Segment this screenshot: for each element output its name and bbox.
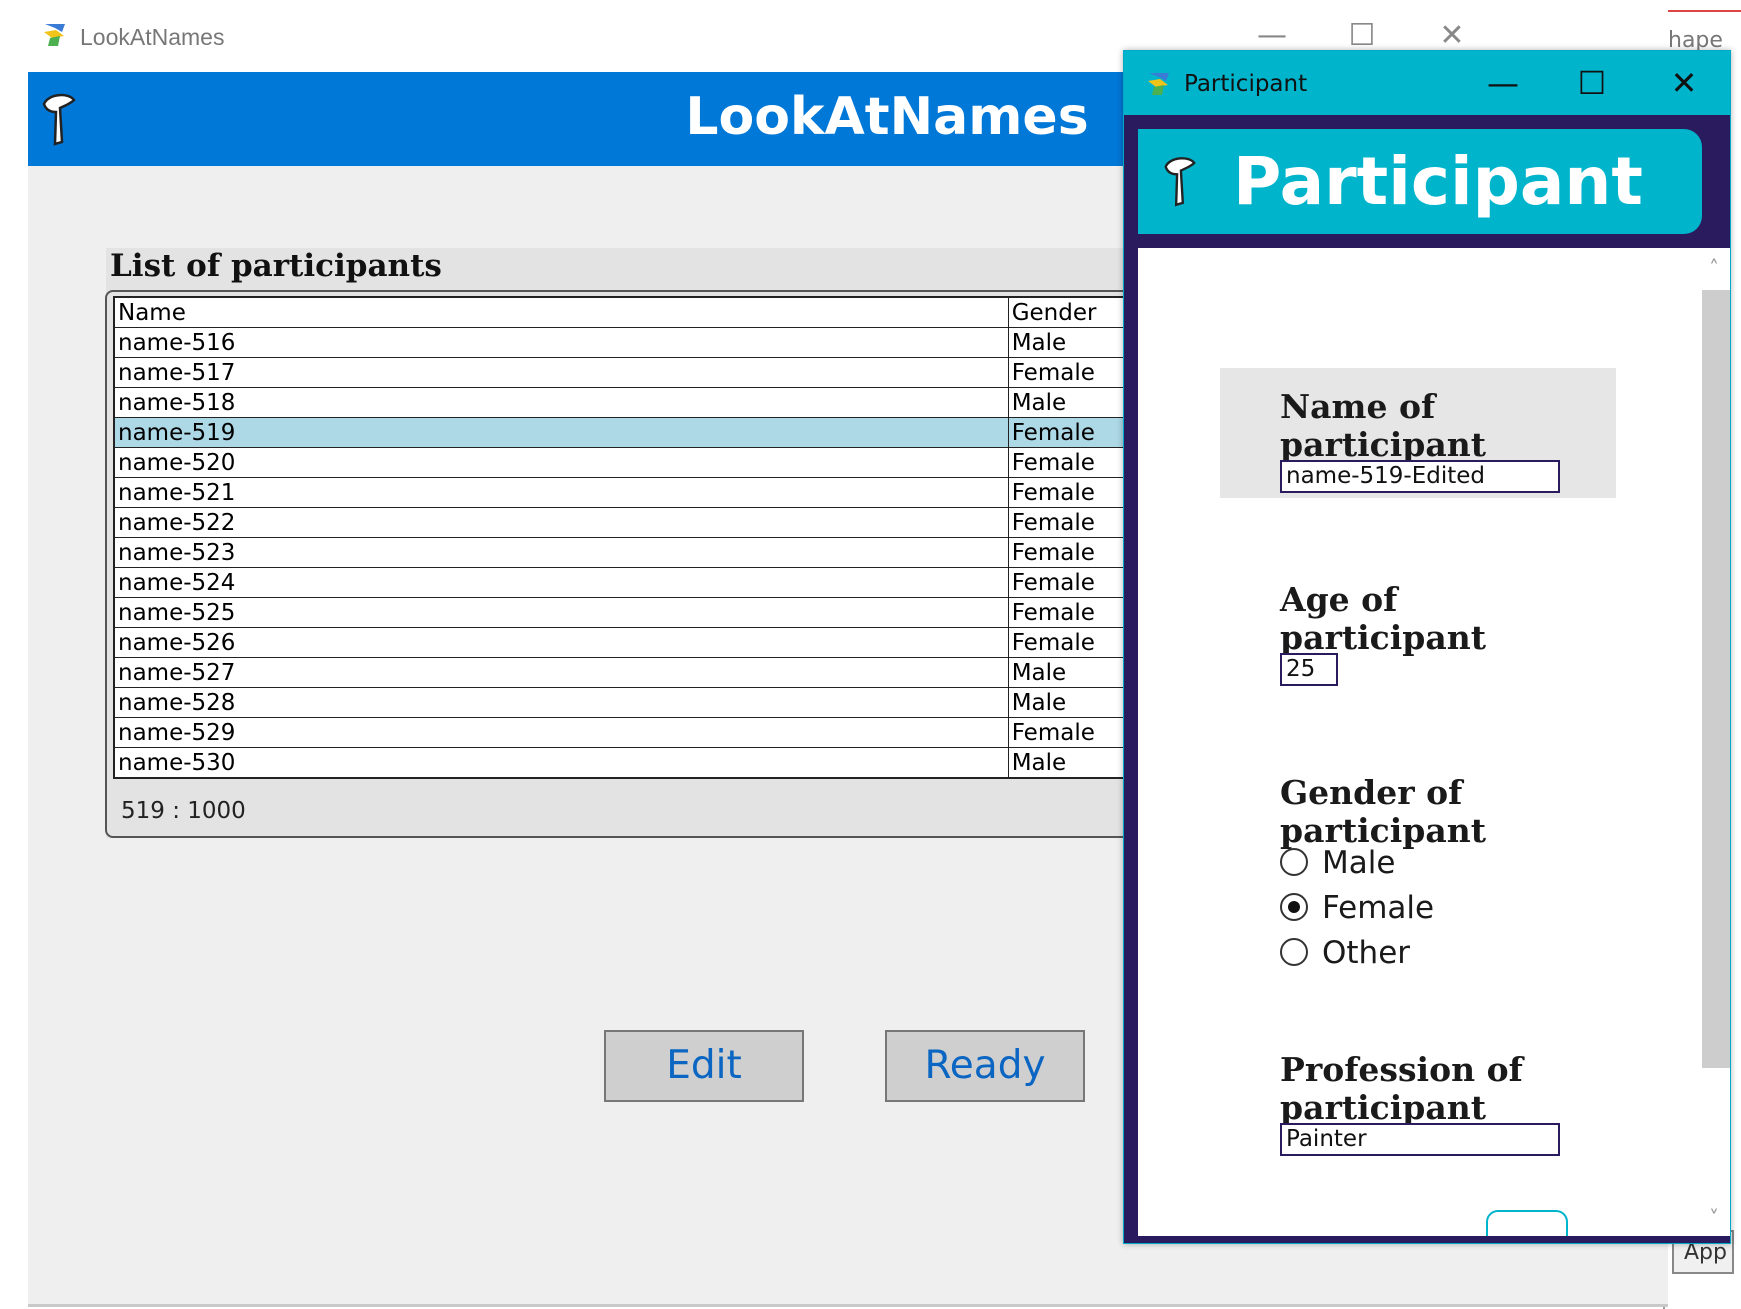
table-row[interactable]: name-530 Male [113,747,1193,779]
cell-name[interactable]: name-520 [113,447,1009,478]
age-input[interactable]: 25 [1280,653,1338,686]
cell-name[interactable]: name-523 [113,537,1009,568]
main-window-title: LookAtNames [80,24,225,50]
table-row[interactable]: name-520 Female [113,447,1193,478]
scroll-thumb[interactable] [1702,290,1730,1068]
profession-input[interactable]: Painter [1280,1123,1560,1156]
dialog-maximize-button[interactable]: ☐ [1562,63,1622,103]
radio-male[interactable] [1280,847,1308,876]
column-header-name[interactable]: Name [113,296,1009,328]
dialog-title: Participant [1184,71,1308,97]
table-row[interactable]: name-524 Female [113,567,1193,598]
scroll-up-icon[interactable]: ˄ [1704,256,1724,280]
table-row[interactable]: name-517 Female [113,357,1193,388]
ready-button[interactable]: Ready [885,1030,1085,1102]
participants-table: Name Gender name-516 Male name-517 Female na… [113,296,1193,779]
dialog-minimize-button[interactable]: — [1473,63,1533,103]
cell-name[interactable]: name-528 [113,687,1009,718]
gender-label: Gender of participant [1280,773,1486,850]
edit-button[interactable]: Edit [604,1030,804,1102]
participant-dialog: Participant — ☐ ✕ Participant Name of pa… [1123,50,1731,1244]
cell-name[interactable]: name-526 [113,627,1009,658]
table-row[interactable]: name-527 Male [113,657,1193,688]
radio-other[interactable] [1280,937,1308,966]
name-label: Name of participant [1280,387,1486,464]
table-row[interactable]: name-529 Female [113,717,1193,748]
logo-icon [1164,157,1196,207]
cell-name[interactable]: name-524 [113,567,1009,598]
table-row[interactable]: name-521 Female [113,477,1193,508]
list-title: List of participants [110,248,442,284]
cell-name[interactable]: name-525 [113,597,1009,628]
record-counter: 519 : 1000 [121,798,246,824]
dialog-banner-title: Participant [1233,143,1643,220]
cell-name[interactable]: name-517 [113,357,1009,388]
gender-option-male[interactable]: Male [1280,844,1395,882]
dialog-scrollbar[interactable]: ˄ ˅ [1694,248,1730,1236]
table-row[interactable]: name-519 Female [113,417,1193,448]
cell-name[interactable]: name-519 [113,417,1009,448]
gender-option-label: Female [1322,890,1435,926]
cell-name[interactable]: name-521 [113,477,1009,508]
app-icon [1148,73,1169,95]
dialog-titlebar: Participant — ☐ ✕ [1124,51,1730,115]
dialog-banner: Participant [1138,129,1702,234]
cell-name[interactable]: name-522 [113,507,1009,538]
cell-name[interactable]: name-516 [113,327,1009,358]
dialog-close-button[interactable]: ✕ [1654,63,1714,103]
cell-name[interactable]: name-530 [113,747,1009,779]
cell-name[interactable]: name-529 [113,717,1009,748]
cell-name[interactable]: name-518 [113,387,1009,418]
table-row[interactable]: name-523 Female [113,537,1193,568]
table-row[interactable]: name-522 Female [113,507,1193,538]
table-row[interactable]: name-526 Female [113,627,1193,658]
gender-option-label: Male [1322,845,1396,881]
name-input[interactable]: name-519-Edited [1280,460,1560,493]
gender-option-other[interactable]: Other [1280,934,1410,972]
radio-female[interactable] [1280,892,1308,921]
scroll-down-icon[interactable]: ˅ [1704,1206,1724,1230]
dialog-submit-button[interactable] [1486,1210,1568,1236]
app-icon [44,24,65,46]
gender-option-female[interactable]: Female [1280,889,1434,927]
age-label: Age of participant [1280,580,1486,657]
table-header-row: Name Gender [113,296,1193,328]
profession-label: Profession of participant [1280,1050,1523,1127]
table-row[interactable]: name-518 Male [113,387,1193,418]
table-row[interactable]: name-516 Male [113,327,1193,358]
table-body: name-516 Male name-517 Female name-518 Male na… [113,327,1193,779]
gender-option-label: Other [1322,935,1411,971]
table-row[interactable]: name-528 Male [113,687,1193,718]
dialog-form: Name of participant name-519-Edited Age … [1138,248,1694,1236]
cell-name[interactable]: name-527 [113,657,1009,688]
table-row[interactable]: name-525 Female [113,597,1193,628]
